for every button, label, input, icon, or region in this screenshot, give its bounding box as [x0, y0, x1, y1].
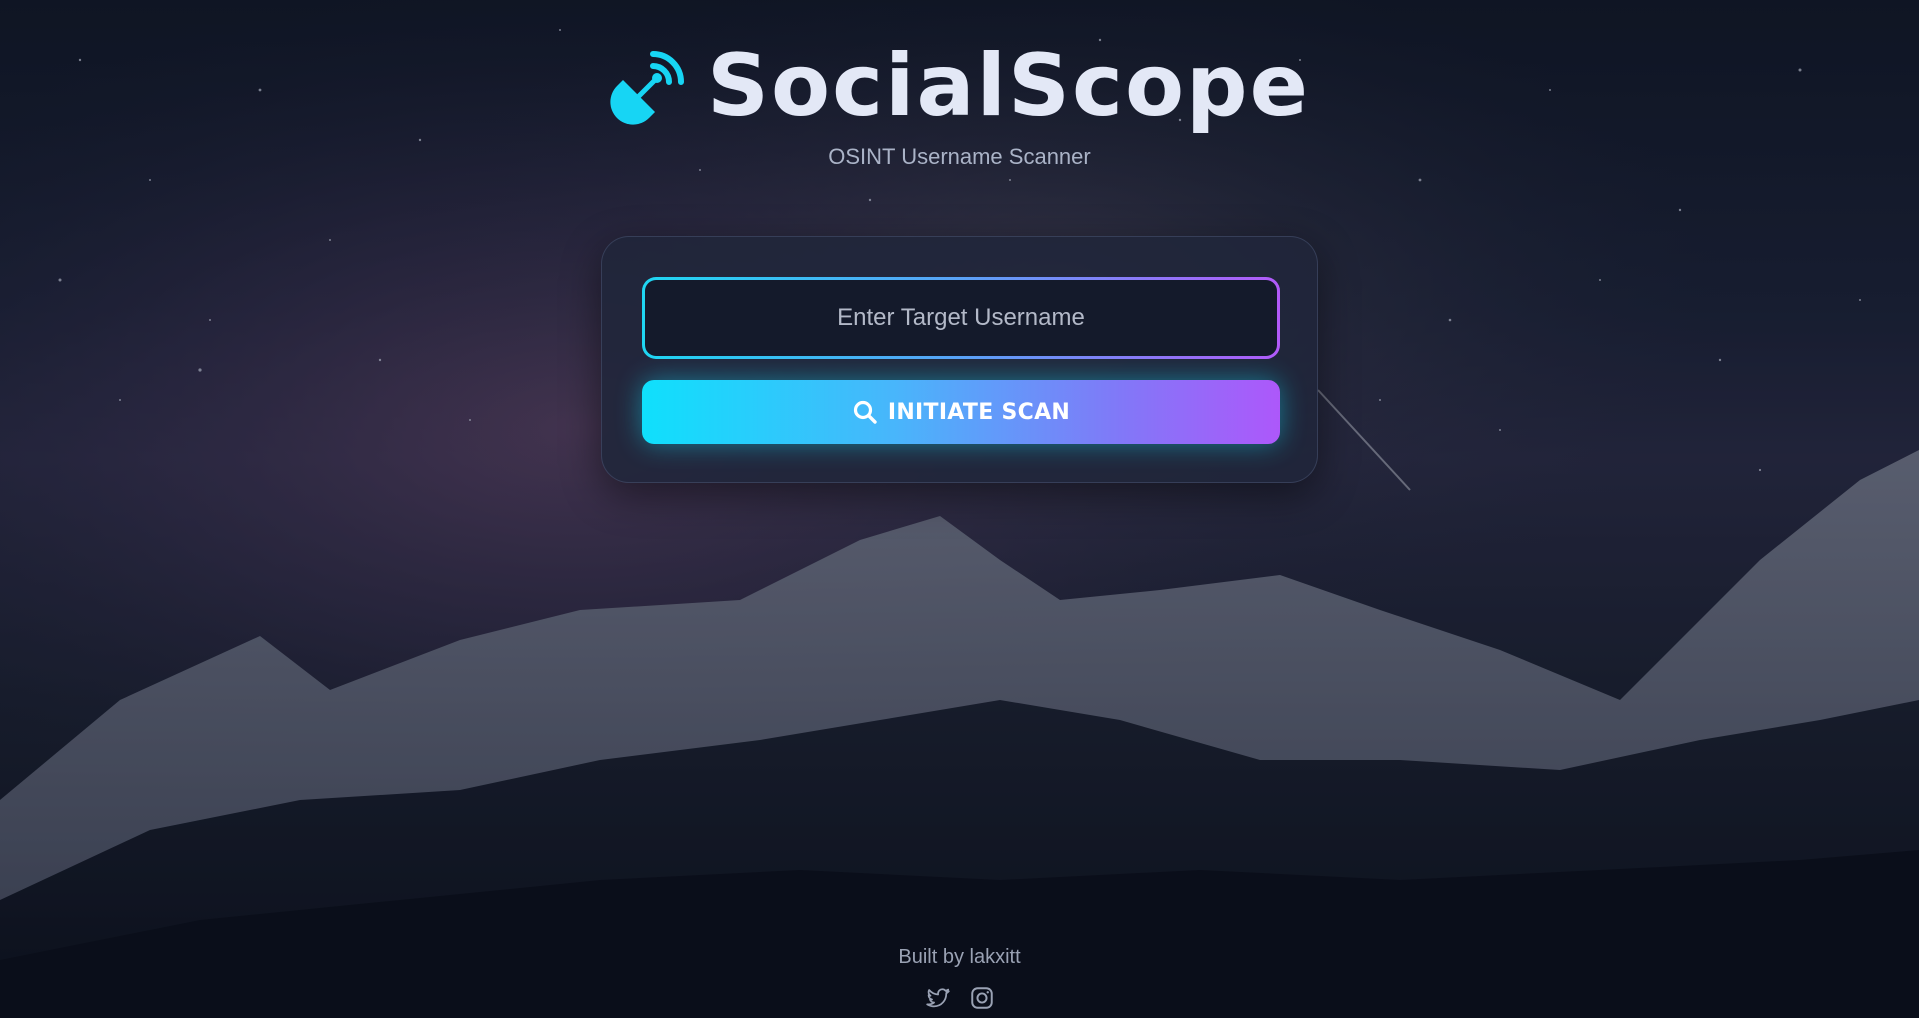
page: SocialScope OSINT Username Scanner INITI…: [0, 0, 1919, 1018]
app-subtitle: OSINT Username Scanner: [828, 144, 1091, 169]
initiate-scan-label: INITIATE SCAN: [887, 399, 1071, 425]
instagram-icon[interactable]: [969, 985, 995, 1011]
scan-card: INITIATE SCAN: [601, 236, 1318, 483]
initiate-scan-button[interactable]: INITIATE SCAN: [642, 380, 1280, 444]
twitter-icon[interactable]: [925, 985, 951, 1011]
social-links: [0, 985, 1919, 1011]
footer: Built by lakxitt: [0, 946, 1919, 1011]
app-title: SocialScope: [707, 36, 1310, 136]
header: SocialScope OSINT Username Scanner: [0, 36, 1919, 170]
search-icon: [853, 400, 877, 424]
username-input[interactable]: [645, 280, 1277, 356]
title-row: SocialScope: [0, 36, 1919, 136]
username-input-border: [642, 277, 1280, 359]
built-by-text: Built by lakxitt: [898, 946, 1021, 968]
satellite-dish-icon: [610, 51, 685, 125]
